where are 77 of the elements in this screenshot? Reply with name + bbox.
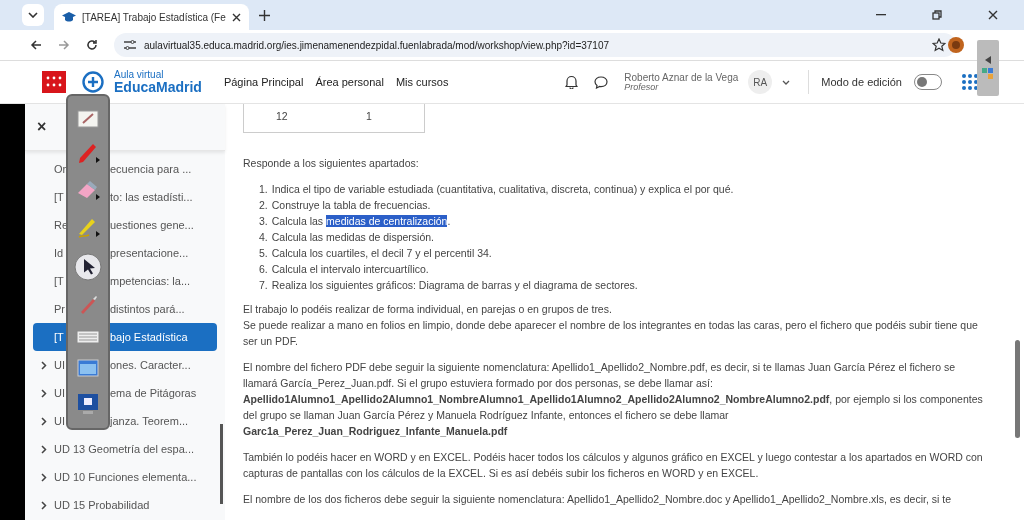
course-index-item[interactable]: UI ones. Caracter... bbox=[33, 351, 217, 379]
desktop-icon[interactable] bbox=[77, 393, 99, 416]
edit-mode-label: Modo de edición bbox=[821, 76, 902, 88]
browser-tab[interactable]: [TAREA] Trabajo Estadística (Fe bbox=[54, 4, 249, 30]
new-tab-icon[interactable] bbox=[258, 9, 270, 21]
list-number: 1. bbox=[259, 182, 268, 197]
graduation-cap-icon bbox=[62, 11, 76, 23]
back-icon[interactable] bbox=[30, 39, 42, 51]
site-settings-icon bbox=[124, 40, 136, 50]
task-text: Calcula el intervalo intercuartílico. bbox=[271, 262, 429, 277]
list-number: 4. bbox=[259, 230, 268, 245]
nav-link[interactable]: Área personal bbox=[315, 76, 384, 88]
caret-icon[interactable] bbox=[782, 79, 791, 85]
chevron-icon[interactable] bbox=[41, 388, 47, 398]
task-text: Construye la tabla de frecuencias. bbox=[271, 198, 431, 213]
task-text: Indica el tipo de variable estudiada (cuantitativa, cualitativa, discreta, continua) y explica el por qué. bbox=[271, 182, 734, 197]
scrollbar-thumb[interactable] bbox=[1015, 340, 1020, 438]
logo-title: EducaMadrid bbox=[114, 80, 202, 94]
logo-icon bbox=[82, 71, 104, 93]
community-flag-icon bbox=[42, 71, 66, 93]
tab-list-button[interactable] bbox=[22, 4, 44, 26]
chevron-icon[interactable] bbox=[41, 444, 47, 454]
list-number: 7. bbox=[259, 278, 268, 293]
caret-icon bbox=[28, 12, 38, 18]
instructions-text: Responde a los siguientes apartados: bbox=[243, 156, 420, 171]
profile-avatar-icon[interactable] bbox=[948, 37, 964, 53]
keyboard-icon[interactable] bbox=[76, 329, 100, 346]
course-index-item[interactable]: UD 13 Geometría del espa... bbox=[33, 435, 217, 463]
course-index-item[interactable]: UD 10 Funciones elementa... bbox=[33, 463, 217, 491]
list-number: 6. bbox=[259, 262, 268, 277]
reload-icon[interactable] bbox=[86, 39, 98, 51]
star-icon[interactable] bbox=[932, 38, 946, 52]
bell-icon[interactable] bbox=[565, 75, 579, 89]
list-number: 2. bbox=[259, 198, 268, 213]
table-cell-text: 12 bbox=[275, 109, 289, 124]
course-index-item[interactable]: UI ema de Pitágoras bbox=[33, 379, 217, 407]
logo-subtitle: Aula virtual bbox=[114, 70, 165, 80]
edit-mode-switch[interactable] bbox=[914, 74, 942, 90]
list-number: 3. bbox=[259, 214, 268, 229]
user-avatar[interactable]: RA bbox=[748, 70, 773, 94]
paragraph: El nombre de los dos ficheros debe seguir la siguiente nomenclatura: Apellido1_Apellido2_Nombre.doc y Apellido1_Apellido2_Nombre.xls, es decir, si te bbox=[243, 492, 952, 507]
nav-link[interactable]: Mis cursos bbox=[395, 76, 449, 88]
chat-icon[interactable] bbox=[594, 75, 609, 89]
course-index-item[interactable]: UI janza. Teorem... bbox=[33, 407, 217, 435]
user-role: Profesor bbox=[624, 82, 660, 93]
course-index-item[interactable]: UD 15 Probabilidad bbox=[33, 491, 217, 519]
list-number: 5. bbox=[259, 246, 268, 261]
address-field[interactable]: aulavirtual35.educa.madrid.org/ies.jimenamenendezpidal.fuenlabrada/mod/workshop/view.php?id=37107 bbox=[114, 33, 956, 57]
course-index-item[interactable]: Id presentacione... bbox=[33, 239, 217, 267]
close-tab-icon[interactable] bbox=[231, 12, 241, 22]
paragraph: También lo podéis hacer en WORD y en EXCEL. Podéis hacer todos los cálculos y algunos gráfico en EXCEL y luego contestar a los apartados en WORD con capturas de pantallas con los cálculos de la EXCEL. Si es así debéis subir los ficheros en WORD y en EXCEL. bbox=[243, 450, 984, 481]
close-drawer-button[interactable]: × bbox=[37, 118, 47, 136]
chevron-icon[interactable] bbox=[41, 360, 47, 370]
paragraph: Se puede realizar a mano en folios en limpio, donde debe aparecer el nombre de los integrantes en todas las caras, pero el fichero que podéis subir tiene que ser un PDF. bbox=[243, 318, 979, 349]
eraser-icon[interactable] bbox=[76, 178, 100, 203]
chevron-icon[interactable] bbox=[41, 416, 47, 426]
task-text: Realiza los siguientes gráficos: Diagrama de barras y el diagrama de sectores. bbox=[271, 278, 638, 293]
table-cell-text: 1 bbox=[365, 109, 373, 124]
task-text: Calcula las medidas de dispersión. bbox=[271, 230, 435, 245]
course-index-item[interactable]: Pr distintos pará... bbox=[33, 295, 217, 323]
notepad-icon[interactable] bbox=[77, 108, 99, 129]
pointer-icon[interactable] bbox=[74, 253, 102, 281]
chevron-icon[interactable] bbox=[41, 472, 47, 482]
tiles-icon bbox=[982, 68, 994, 80]
course-index-item[interactable]: [T mpetencias: la... bbox=[33, 267, 217, 295]
chevron-icon[interactable] bbox=[41, 500, 47, 510]
course-index-item[interactable]: Or ecuencia para ... bbox=[33, 155, 217, 183]
forward-icon[interactable] bbox=[58, 39, 70, 51]
paragraph: El nombre del fichero PDF debe seguir la siguiente nomenclatura: Apellido1_Apellido2_Nombre.pdf, es decir, si te llamas Juan García Pérez el fichero se llamará García_Perez_Juan.pdf. Si el grupo estuviera formado por dos personas, se debe llamar así: Apellido1Alumno1_Apellido2Alumno1_NombreAlumno1_Apellido1Alumno2_Apellido2Alumno2_NombreAlumno2.pdf, por ejemplo si los componentes del grupo se llaman Juan García Pérez y Manuela Rodríguez Infante, entonces el fichero se debe llamar Garc1a_Perez_Juan_Rodriguez_Infante_Manuela.pdf bbox=[243, 360, 984, 439]
user-name: Roberto Aznar de la Vega bbox=[624, 71, 739, 83]
task-text: Calcula las medidas de centralización. bbox=[271, 214, 451, 229]
nav-link[interactable]: Página Principal bbox=[223, 76, 304, 88]
course-index-item[interactable]: [T to: las estadísti... bbox=[33, 183, 217, 211]
triangle-icon bbox=[983, 56, 993, 64]
paragraph: El trabajo lo podéis realizar de forma individual, en parejas o en grupos de tres. bbox=[243, 302, 613, 317]
task-text: Calcula los cuartiles, el decil 7 y el percentil 34. bbox=[271, 246, 492, 261]
apps-grid-icon[interactable] bbox=[962, 74, 978, 90]
